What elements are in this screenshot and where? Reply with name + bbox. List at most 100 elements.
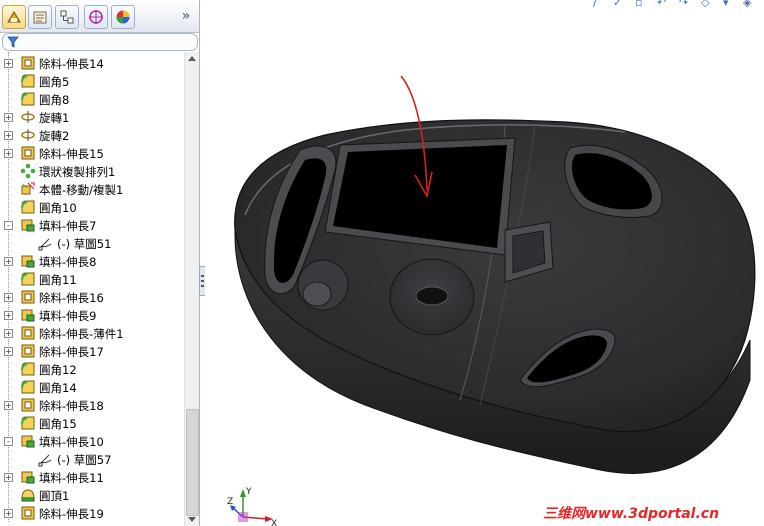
tree-scrollbar[interactable]: [184, 52, 199, 526]
expand-icon[interactable]: +: [4, 473, 13, 482]
tree-item[interactable]: + 旋轉2: [0, 126, 184, 144]
scrollbar-thumb[interactable]: [186, 409, 199, 516]
tree-item[interactable]: 圓角5: [0, 72, 184, 90]
cut-extrude-icon: [20, 397, 36, 413]
collapse-icon[interactable]: -: [4, 437, 13, 446]
tree-item[interactable]: + 填料-伸長11: [0, 468, 184, 486]
tree-item[interactable]: 圓角10: [0, 198, 184, 216]
tree-item[interactable]: + 除料-伸長18: [0, 396, 184, 414]
expand-icon[interactable]: +: [4, 149, 13, 158]
expand-icon[interactable]: +: [4, 347, 13, 356]
tree-item[interactable]: 本體-移動/複製1: [0, 180, 184, 198]
expand-icon[interactable]: +: [4, 131, 13, 140]
feature-manager-panel: » + 除料-伸長14 圓角5 圓角8 + 旋轉1 + 旋轉2 + 除料-伸長15 環狀複製排列1 本…: [0, 0, 200, 526]
tree-item[interactable]: - 填料-伸長10: [0, 432, 184, 450]
tree-item[interactable]: 圓角12: [0, 360, 184, 378]
tree-item[interactable]: + 填料-伸長8: [0, 252, 184, 270]
tree-item[interactable]: + 除料-伸長17: [0, 342, 184, 360]
expand-icon[interactable]: +: [4, 509, 13, 518]
revolve-icon: [20, 109, 36, 125]
tree-item[interactable]: + 除料-伸長16: [0, 288, 184, 306]
cut-extrude-icon: [20, 505, 36, 521]
tree-item-label: (-) 草圖57: [57, 453, 112, 467]
tree-item-label: 填料-伸長10: [39, 435, 104, 449]
tree-item[interactable]: + 旋轉1: [0, 108, 184, 126]
graphics-viewport[interactable]: / ✓ ▫ ↶ ↷ ◇ ▾ ◈ Y X Z: [205, 0, 764, 526]
tree-item-label: 圓頂1: [39, 489, 70, 503]
scroll-up-icon[interactable]: [188, 56, 196, 61]
property-manager-icon: [33, 11, 47, 24]
tree-item[interactable]: + 填料-伸長9: [0, 306, 184, 324]
expand-icon[interactable]: +: [4, 329, 13, 338]
circular-pattern-icon: [20, 163, 36, 179]
tree-item[interactable]: + 除料-伸長-薄件1: [0, 324, 184, 342]
boss-extrude-icon: [20, 307, 36, 323]
boss-extrude-icon: [20, 217, 36, 233]
display-manager-icon: [116, 10, 130, 24]
tree-item-label: 除料-伸長-薄件1: [39, 327, 124, 341]
sketch-icon: [38, 451, 54, 467]
tree-item-label: 旋轉2: [39, 129, 70, 143]
more-tabs-button[interactable]: »: [178, 7, 194, 25]
triad-y-label: Y: [245, 487, 252, 497]
expand-icon[interactable]: +: [4, 59, 13, 68]
boss-extrude-icon: [20, 253, 36, 269]
dome-icon: [20, 487, 36, 503]
expand-icon[interactable]: +: [4, 113, 13, 122]
tree-item[interactable]: 環狀複製排列1: [0, 162, 184, 180]
tree-item-label: 填料-伸長9: [39, 309, 97, 323]
tree-item-label: 圓角11: [39, 273, 77, 287]
dimxpert-manager-tab[interactable]: [84, 5, 108, 29]
scroll-down-icon[interactable]: [188, 517, 196, 522]
move-copy-body-icon: [20, 181, 36, 197]
tree-item[interactable]: 圓角15: [0, 414, 184, 432]
tree-item[interactable]: (-) 草圖51: [0, 234, 184, 252]
tree-item-label: 除料-伸長17: [39, 345, 104, 359]
fillet-icon: [20, 73, 36, 89]
mouse-shell-model[interactable]: Y X Z: [205, 0, 764, 526]
tree-item-label: 除料-伸長18: [39, 399, 104, 413]
tree-item-label: 除料-伸長16: [39, 291, 104, 305]
tree-item-label: 本體-移動/複製1: [39, 183, 124, 197]
tree-item-label: 除料-伸長19: [39, 507, 104, 521]
tree-item-label: 除料-伸長15: [39, 147, 104, 161]
cut-extrude-icon: [20, 55, 36, 71]
tree-item[interactable]: 圓角11: [0, 270, 184, 288]
expand-icon[interactable]: +: [4, 401, 13, 410]
tree-item-label: 填料-伸長8: [39, 255, 97, 269]
feature-tree-icon: [7, 11, 21, 23]
cut-extrude-icon: [20, 325, 36, 341]
tree-item-label: 環狀複製排列1: [39, 165, 116, 179]
fillet-icon: [20, 379, 36, 395]
filter-icon: [7, 36, 19, 48]
tree-item[interactable]: 圓頂1: [0, 486, 184, 504]
tree-item-label: 圓角14: [39, 381, 77, 395]
expand-icon[interactable]: +: [4, 257, 13, 266]
tree-item[interactable]: 圓角14: [0, 378, 184, 396]
display-manager-tab[interactable]: [111, 5, 135, 29]
expand-icon[interactable]: +: [4, 311, 13, 320]
tree-item[interactable]: (-) 草圖57: [0, 450, 184, 468]
tree-item[interactable]: + 除料-伸長15: [0, 144, 184, 162]
fillet-icon: [20, 361, 36, 377]
tree-item-label: 旋轉1: [39, 111, 70, 125]
configuration-manager-icon: [60, 10, 74, 24]
tree-item[interactable]: 圓角8: [0, 90, 184, 108]
feature-manager-tab[interactable]: [2, 5, 26, 29]
configuration-manager-tab[interactable]: [55, 5, 79, 29]
tree-item-label: 圓角12: [39, 363, 77, 377]
triad-x-label: X: [271, 519, 277, 526]
fillet-icon: [20, 91, 36, 107]
boss-extrude-icon: [20, 469, 36, 485]
fillet-icon: [20, 271, 36, 287]
expand-icon[interactable]: +: [4, 293, 13, 302]
site-watermark: 三维网www.3dportal.cn: [543, 506, 720, 522]
tree-item[interactable]: - 填料-伸長7: [0, 216, 184, 234]
tree-filter-field[interactable]: [2, 33, 198, 51]
tree-item[interactable]: + 除料-伸長14: [0, 54, 184, 72]
collapse-icon[interactable]: -: [4, 221, 13, 230]
cut-extrude-icon: [20, 343, 36, 359]
fillet-icon: [20, 199, 36, 215]
property-manager-tab[interactable]: [28, 5, 52, 29]
tree-item[interactable]: + 除料-伸長19: [0, 504, 184, 522]
